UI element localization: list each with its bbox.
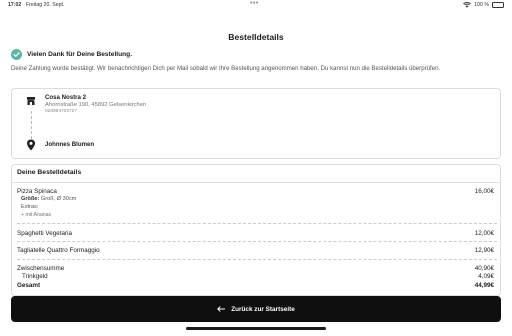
order-details-card: Deine Bestelldetails Pizza Spinaca 16,00… [11, 164, 501, 296]
status-time: 17:02 [8, 2, 22, 8]
location-pin-icon [27, 139, 35, 151]
route-connector [30, 111, 32, 139]
order-item-price: 16,00€ [474, 188, 494, 195]
total-value: 44,99€ [474, 282, 494, 289]
divider [17, 259, 497, 260]
tip-label: Trinkgeld [22, 273, 48, 280]
order-item-name: Pizza Spinaca [17, 188, 57, 195]
store-name: Cosa Nostra 2 [45, 94, 86, 101]
store-phone: 020994702727 [45, 109, 78, 114]
subtotal-label: Zwischensumme [17, 265, 65, 272]
status-date: Freitag 20. Sept. [26, 2, 65, 8]
back-button-label: Zurück zur Startseite [231, 305, 295, 313]
subtotal-value: 40,90€ [474, 265, 494, 272]
tip-value: 4,09€ [478, 273, 494, 280]
item-size-label: Größe: [21, 196, 40, 202]
confirmation-message: Deine Zahlung wurde bestätigt. Wir benac… [11, 65, 441, 72]
order-item-name: Tagliatelle Quattro Formaggio [17, 247, 100, 254]
delivery-route-card: Cosa Nostra 2 Ahornstraße 190, 45892 Gel… [11, 88, 501, 159]
page-title: Bestelldetails [228, 32, 284, 42]
total-label: Gesamt [17, 282, 41, 289]
battery-icon [492, 2, 504, 8]
divider [17, 223, 497, 224]
store-icon [27, 97, 35, 105]
store-address: Ahornstraße 190, 45892 Gelsenkirchen [45, 102, 147, 108]
item-extra-value: + mit Ananas [21, 212, 52, 218]
home-indicator[interactable] [186, 327, 326, 330]
order-item-price: 12,90€ [474, 247, 494, 254]
arrow-left-icon [217, 306, 226, 312]
item-extras-label: Extras: [21, 204, 39, 210]
divider [12, 182, 500, 183]
battery-percent: 100 % [474, 2, 489, 8]
order-details-heading: Deine Bestelldetails [17, 169, 82, 176]
status-right: 100 % [463, 2, 504, 8]
customer-name: Johnnes Blumen [45, 141, 95, 148]
order-item-price: 12,00€ [474, 230, 494, 237]
thanks-text: Vielen Dank für Deine Bestellung. [27, 51, 133, 58]
check-badge-icon [11, 49, 22, 60]
back-to-home-button[interactable]: Zurück zur Startseite [11, 296, 501, 322]
item-size-value: Groß, Ø 30cm [40, 196, 77, 202]
confirmation-banner: Vielen Dank für Deine Bestellung. [11, 49, 132, 60]
divider [17, 241, 497, 242]
status-bar: 17:02 Freitag 20. Sept. ••• 100 % [0, 0, 512, 12]
order-item-name: Spaghetti Vegetaria [17, 230, 72, 237]
wifi-icon [463, 2, 472, 8]
item-size: Größe: Groß, Ø 30cm [21, 196, 76, 202]
multitasking-dots[interactable]: ••• [250, 0, 259, 7]
